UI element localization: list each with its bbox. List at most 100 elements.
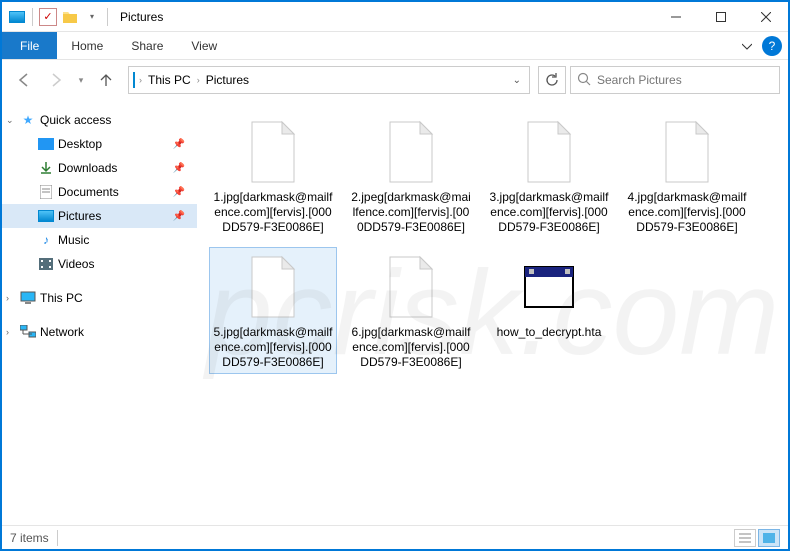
- hta-file-icon: [519, 251, 579, 323]
- large-icons-view-button[interactable]: [758, 529, 780, 547]
- sidebar-item-this-pc[interactable]: › This PC: [2, 286, 197, 310]
- network-icon: [20, 324, 36, 340]
- file-item[interactable]: 6.jpg[darkmask@mailfence.com][fervis].[0…: [347, 247, 475, 374]
- generic-file-icon: [381, 116, 441, 188]
- pin-icon: 📌: [173, 139, 185, 150]
- chevron-down-icon[interactable]: ▾: [83, 8, 101, 26]
- back-button[interactable]: [10, 66, 38, 94]
- ribbon: File Home Share View ?: [2, 32, 788, 60]
- file-item[interactable]: 1.jpg[darkmask@mailfence.com][fervis].[0…: [209, 112, 337, 239]
- navigation-bar: ▾ › This PC › Pictures ⌄: [2, 60, 788, 100]
- view-mode-buttons: [734, 529, 780, 547]
- chevron-right-icon: ›: [139, 75, 142, 85]
- pictures-icon: [38, 208, 54, 224]
- sidebar-item-label: Network: [40, 325, 84, 339]
- file-item[interactable]: 2.jpeg[darkmask@mailfence.com][fervis].[…: [347, 112, 475, 239]
- monitor-icon: [20, 290, 36, 306]
- sidebar-item-label: Desktop: [58, 137, 102, 151]
- refresh-button[interactable]: [538, 66, 566, 94]
- sidebar-item-label: Documents: [58, 185, 119, 199]
- sidebar-item-documents[interactable]: Documents 📌: [2, 180, 197, 204]
- pin-icon: 📌: [173, 163, 185, 174]
- sidebar-item-label: Downloads: [58, 161, 117, 175]
- file-name: 5.jpg[darkmask@mailfence.com][fervis].[0…: [213, 325, 333, 370]
- window-title: Pictures: [116, 10, 653, 24]
- separator: [107, 8, 108, 26]
- sidebar-item-music[interactable]: ♪ Music: [2, 228, 197, 252]
- generic-file-icon: [243, 251, 303, 323]
- close-button[interactable]: [743, 2, 788, 32]
- chevron-right-icon: ›: [6, 293, 9, 303]
- search-box[interactable]: [570, 66, 780, 94]
- music-icon: ♪: [38, 232, 54, 248]
- address-bar[interactable]: › This PC › Pictures ⌄: [128, 66, 530, 94]
- sidebar-item-pictures[interactable]: Pictures 📌: [2, 204, 197, 228]
- location-folder-icon: [133, 73, 135, 87]
- sidebar-item-videos[interactable]: Videos: [2, 252, 197, 276]
- downloads-icon: [38, 160, 54, 176]
- title-bar-quick-access: ✓ ▾: [2, 8, 116, 26]
- address-dropdown-button[interactable]: ⌄: [513, 75, 525, 86]
- file-name: 3.jpg[darkmask@mailfence.com][fervis].[0…: [489, 190, 609, 235]
- search-icon: [577, 72, 591, 89]
- sidebar-item-label: Quick access: [40, 113, 111, 127]
- sidebar-item-network[interactable]: › Network: [2, 320, 197, 344]
- pin-icon: 📌: [173, 187, 185, 198]
- up-button[interactable]: [92, 66, 120, 94]
- file-name: 4.jpg[darkmask@mailfence.com][fervis].[0…: [627, 190, 747, 235]
- chevron-right-icon: ›: [197, 75, 200, 85]
- pin-icon: 📌: [173, 211, 185, 222]
- videos-icon: [38, 256, 54, 272]
- sidebar-item-quick-access[interactable]: ⌄ ★ Quick access: [2, 108, 197, 132]
- window-controls: [653, 2, 788, 32]
- generic-file-icon: [243, 116, 303, 188]
- title-bar: ✓ ▾ Pictures: [2, 2, 788, 32]
- content-area: ⌄ ★ Quick access Desktop 📌 Downloads 📌 D…: [2, 100, 788, 525]
- minimize-button[interactable]: [653, 2, 698, 32]
- tab-view[interactable]: View: [177, 32, 231, 59]
- breadcrumb-root[interactable]: This PC: [146, 73, 193, 87]
- tab-file[interactable]: File: [2, 32, 57, 59]
- status-bar: 7 items: [2, 525, 788, 549]
- generic-file-icon: [519, 116, 579, 188]
- files-area[interactable]: pcrisk.com 1.jpg[darkmask@mailfence.com]…: [197, 100, 788, 525]
- item-count: 7 items: [10, 531, 49, 545]
- file-name: how_to_decrypt.hta: [497, 325, 602, 340]
- generic-file-icon: [657, 116, 717, 188]
- file-item[interactable]: 3.jpg[darkmask@mailfence.com][fervis].[0…: [485, 112, 613, 239]
- properties-checkbox-icon[interactable]: ✓: [39, 8, 57, 26]
- chevron-right-icon: ›: [6, 327, 9, 337]
- details-view-button[interactable]: [734, 529, 756, 547]
- desktop-icon: [38, 136, 54, 152]
- tab-home[interactable]: Home: [57, 32, 117, 59]
- breadcrumb-current[interactable]: Pictures: [204, 73, 251, 87]
- maximize-button[interactable]: [698, 2, 743, 32]
- forward-button[interactable]: [42, 66, 70, 94]
- folder-icon[interactable]: [61, 8, 79, 26]
- separator: [32, 8, 33, 26]
- file-item[interactable]: 5.jpg[darkmask@mailfence.com][fervis].[0…: [209, 247, 337, 374]
- tab-share[interactable]: Share: [117, 32, 177, 59]
- sidebar-item-label: Pictures: [58, 209, 101, 223]
- documents-icon: [38, 184, 54, 200]
- sidebar-item-label: Videos: [58, 257, 94, 271]
- file-name: 1.jpg[darkmask@mailfence.com][fervis].[0…: [213, 190, 333, 235]
- file-item[interactable]: how_to_decrypt.hta: [485, 247, 613, 374]
- file-item[interactable]: 4.jpg[darkmask@mailfence.com][fervis].[0…: [623, 112, 751, 239]
- chevron-down-icon: ⌄: [6, 115, 14, 126]
- generic-file-icon: [381, 251, 441, 323]
- file-name: 2.jpeg[darkmask@mailfence.com][fervis].[…: [351, 190, 471, 235]
- file-name: 6.jpg[darkmask@mailfence.com][fervis].[0…: [351, 325, 471, 370]
- app-icon: [8, 8, 26, 26]
- ribbon-expand-button[interactable]: [732, 32, 762, 59]
- sidebar-item-desktop[interactable]: Desktop 📌: [2, 132, 197, 156]
- navigation-pane: ⌄ ★ Quick access Desktop 📌 Downloads 📌 D…: [2, 100, 197, 525]
- sidebar-item-label: This PC: [40, 291, 83, 305]
- recent-locations-button[interactable]: ▾: [74, 66, 88, 94]
- help-button[interactable]: ?: [762, 36, 782, 56]
- sidebar-item-downloads[interactable]: Downloads 📌: [2, 156, 197, 180]
- star-icon: ★: [20, 112, 36, 128]
- separator: [57, 530, 58, 546]
- sidebar-item-label: Music: [58, 233, 89, 247]
- search-input[interactable]: [597, 73, 773, 87]
